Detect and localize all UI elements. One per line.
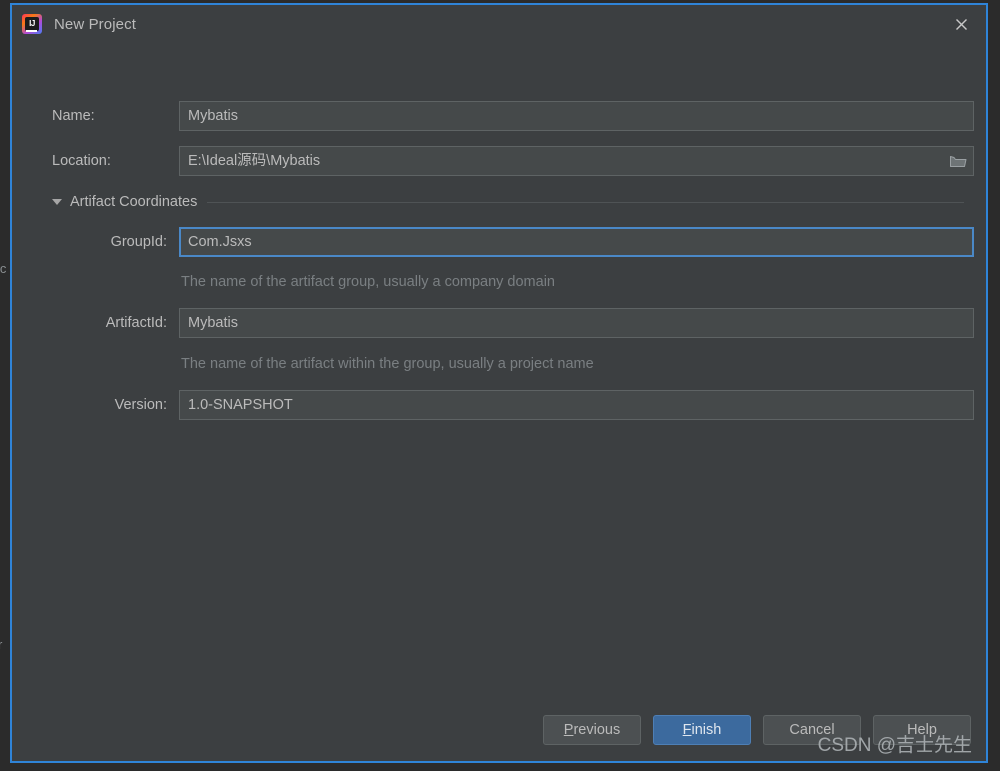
dialog-title: New Project	[54, 15, 136, 33]
new-project-dialog: IJ New Project Name: Mybatis Location: E…	[10, 3, 988, 763]
version-label: Version:	[114, 397, 167, 413]
location-row: Location: E:\Ideal源码\Mybatis	[12, 146, 986, 176]
finish-button-mnemonic: F	[682, 722, 692, 738]
finish-button-label: inish	[691, 722, 722, 738]
previous-button-mnemonic: P	[563, 722, 574, 738]
backdrop-text-fragment-lower: r	[0, 637, 3, 652]
groupid-hint: The name of the artifact group, usually …	[181, 274, 555, 290]
artifactid-input[interactable]: Mybatis	[179, 308, 974, 338]
artifactid-label: ArtifactId:	[105, 315, 167, 331]
section-divider	[207, 201, 964, 203]
groupid-row: GroupId: Com.Jsxs	[12, 227, 986, 257]
artifactid-row: ArtifactId: Mybatis	[12, 308, 986, 338]
version-row: Version: 1.0-SNAPSHOT	[12, 390, 986, 420]
artifact-coordinates-title: Artifact Coordinates	[70, 194, 198, 210]
name-row: Name: Mybatis	[12, 101, 986, 131]
logo-glyph: IJ	[25, 17, 39, 31]
csdn-watermark: CSDN @吉士先生	[817, 735, 972, 756]
name-input[interactable]: Mybatis	[179, 101, 974, 131]
artifactid-hint: The name of the artifact within the grou…	[181, 356, 594, 372]
close-icon[interactable]	[946, 11, 976, 37]
version-input[interactable]: 1.0-SNAPSHOT	[179, 390, 974, 420]
previous-button[interactable]: Previous	[543, 715, 641, 745]
finish-button[interactable]: Finish	[653, 715, 751, 745]
dialog-title-bar: IJ New Project	[12, 5, 986, 43]
backdrop-text-fragment-upper: ic	[0, 261, 7, 276]
groupid-input[interactable]: Com.Jsxs	[179, 227, 974, 257]
intellij-idea-logo-icon: IJ	[22, 14, 42, 34]
groupid-label: GroupId:	[110, 234, 167, 250]
folder-icon[interactable]	[942, 147, 974, 175]
logo-underline	[26, 30, 37, 32]
location-input[interactable]: E:\Ideal源码\Mybatis	[179, 146, 974, 176]
name-label: Name:	[52, 108, 95, 124]
location-label: Location:	[52, 153, 111, 169]
triangle-down-icon[interactable]	[52, 199, 62, 205]
dialog-body: Name: Mybatis Location: E:\Ideal源码\Mybat…	[12, 43, 986, 761]
previous-button-label: revious	[573, 722, 621, 738]
artifact-coordinates-section-header[interactable]: Artifact Coordinates	[52, 192, 964, 212]
